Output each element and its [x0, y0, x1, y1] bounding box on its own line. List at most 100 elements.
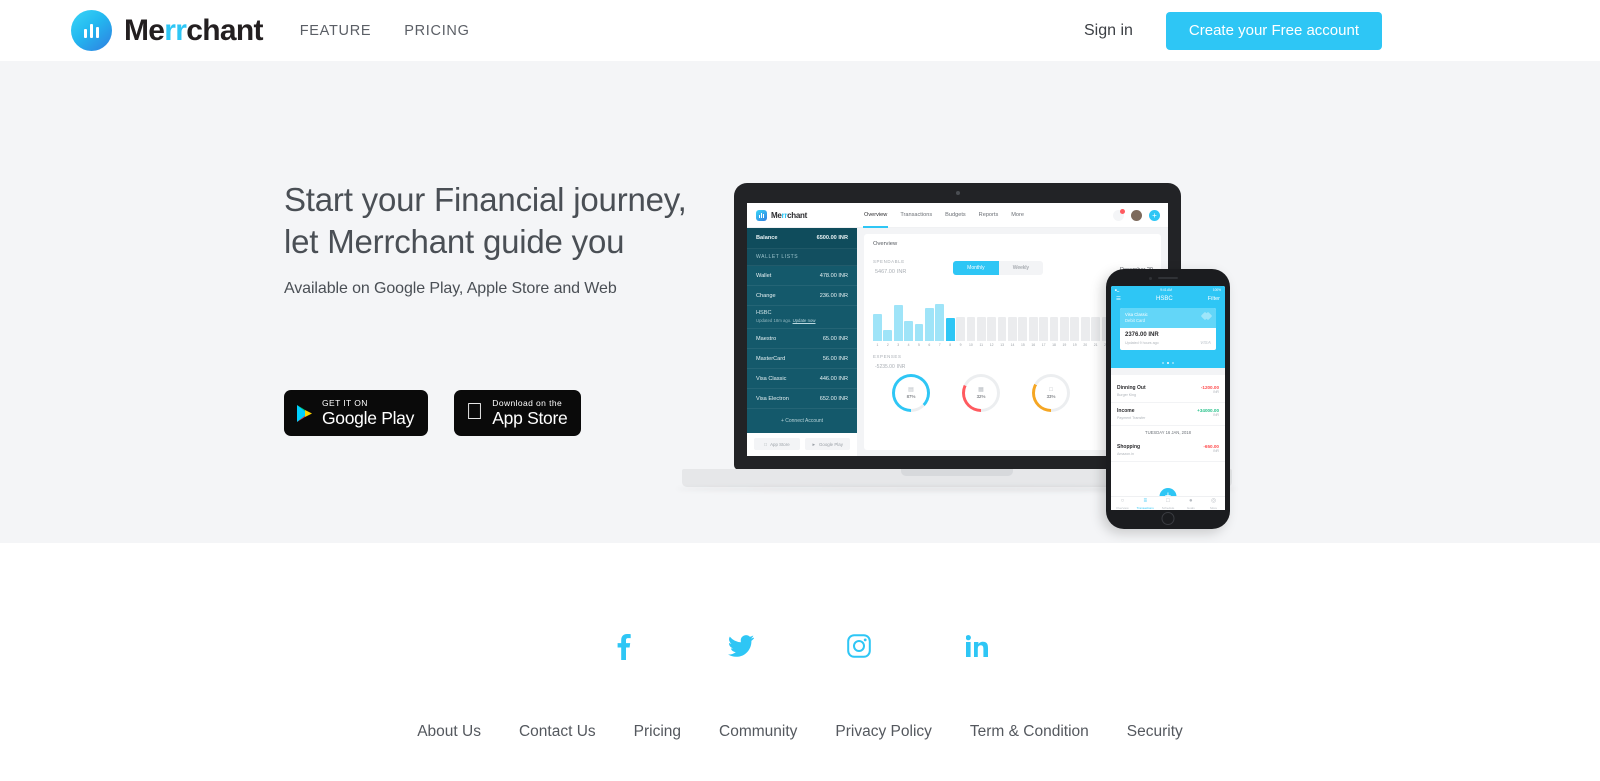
google-play-button[interactable]: ► Google Play: [804, 438, 850, 450]
footer-link-privacy-policy[interactable]: Privacy Policy: [835, 723, 931, 741]
brand-logo[interactable]: Merrchant: [71, 10, 263, 51]
bar-chart-bar[interactable]: [966, 317, 976, 341]
bar-chart-bar[interactable]: [976, 317, 986, 341]
bar-chart-bar[interactable]: [1049, 317, 1059, 341]
bar-chart-bar[interactable]: [1018, 317, 1028, 341]
add-icon[interactable]: +: [1149, 209, 1160, 221]
toggle-weekly[interactable]: Weekly: [999, 261, 1043, 275]
sign-in-link[interactable]: Sign in: [1084, 22, 1133, 40]
avatar[interactable]: [1131, 209, 1142, 221]
bar-chart-bar[interactable]: [935, 303, 945, 341]
tab-budgets[interactable]: Budgets: [945, 203, 966, 228]
bar-chart-bar[interactable]: [873, 314, 882, 341]
nav-item-feature[interactable]: FEATURE: [300, 23, 372, 39]
hero-title-line-1: Start your Financial journey,: [284, 181, 687, 218]
bar-chart-bar[interactable]: [1028, 317, 1038, 341]
footer-link-about-us[interactable]: About Us: [417, 723, 481, 741]
phone-nav-item-schedule[interactable]: □ Schedule: [1157, 498, 1180, 510]
phone-home-button[interactable]: [1161, 512, 1175, 525]
google-play-badge-small: GET IT ON: [322, 397, 368, 408]
app-top-bar: Merrchant Overview Transactions Budgets …: [747, 203, 1168, 228]
footer-link-community[interactable]: Community: [719, 723, 797, 741]
phone-carousel-dots[interactable]: [1111, 359, 1225, 368]
footer-link-term-condition[interactable]: Term & Condition: [970, 723, 1089, 741]
donut-chart[interactable]: ▦ 32%: [962, 374, 1000, 412]
transaction-name: Shopping: [1117, 444, 1141, 450]
tab-more[interactable]: More: [1011, 203, 1024, 228]
transaction-sub: Amazon.in: [1117, 452, 1134, 456]
list-item[interactable]: Dinning Out Burger King -1200.00 INR: [1111, 380, 1225, 403]
phone-bank-card[interactable]: Visa Classic Debit Card 2376.00 INR Upda…: [1120, 308, 1216, 350]
sidebar-item-visa-electron[interactable]: Visa Electron 652.00 INR: [747, 389, 857, 409]
bar-chart-bar[interactable]: [997, 317, 1007, 341]
social-links: [0, 631, 1600, 661]
hero-title-line-2: let Merrchant guide you: [284, 223, 625, 261]
transaction-sub: Payment Transfer: [1117, 416, 1146, 420]
app-brand-logo[interactable]: Merrchant: [756, 209, 807, 221]
transaction-currency: INR: [1213, 413, 1219, 417]
bar-chart-bar[interactable]: [1039, 317, 1049, 341]
donut-chart[interactable]: □ 33%: [1032, 374, 1070, 412]
bar-chart-bar[interactable]: [883, 330, 893, 341]
bar-chart-bar[interactable]: [945, 318, 955, 341]
bar-chart-bar[interactable]: [893, 304, 903, 341]
footer-link-pricing[interactable]: Pricing: [634, 723, 681, 741]
sidebar-item-visa-classic[interactable]: Visa Classic 446.00 INR: [747, 369, 857, 389]
create-free-account-button[interactable]: Create your Free account: [1165, 11, 1382, 50]
bar-chart-bar[interactable]: [924, 308, 934, 341]
app-store-badge[interactable]:  Download on the App Store: [454, 390, 582, 436]
menu-icon[interactable]: ☰: [1116, 296, 1121, 302]
phone-screen: ■▁ 9:41 AM 100% ☰ HSBC Filter Visa Class…: [1111, 286, 1225, 510]
bar-chart-bar[interactable]: [1070, 317, 1080, 341]
laptop-camera-icon: [955, 191, 960, 195]
transaction-name: Income: [1117, 408, 1135, 414]
phone-nav-item-overview[interactable]: ○ Overview: [1111, 498, 1134, 510]
bar-chart-bar[interactable]: [914, 324, 924, 341]
bar-chart-bar[interactable]: [1080, 317, 1090, 341]
app-store-button[interactable]:  App Store: [754, 438, 800, 450]
app-brand-name: Merrchant: [771, 211, 807, 220]
bar-chart-tick: 4: [907, 343, 910, 347]
bar-chart-bar[interactable]: [1091, 317, 1100, 341]
bank-name: HSBC: [756, 310, 772, 316]
donut-chart[interactable]: ▤ 87%: [892, 374, 930, 412]
sidebar-item-change[interactable]: Change 236.00 INR: [747, 286, 857, 306]
sidebar-bank-hsbc[interactable]: HSBC Updated 18m ago. Update now: [747, 306, 857, 329]
phone-filter-button[interactable]: Filter: [1208, 296, 1220, 302]
instagram-icon[interactable]: [844, 631, 874, 661]
sidebar-item-wallet[interactable]: Wallet 478.00 INR: [747, 266, 857, 286]
bar-chart-bar[interactable]: [987, 317, 997, 341]
phone-nav-item-goals[interactable]: ● Goals: [1179, 498, 1202, 510]
facebook-icon[interactable]: [608, 631, 638, 661]
bar-chart-bar[interactable]: [1008, 317, 1017, 341]
brand-name: Merrchant: [124, 15, 263, 46]
google-play-badge[interactable]: GET IT ON Google Play: [284, 390, 429, 436]
expenses-amount: -5235.00: [875, 364, 895, 370]
footer-link-contact-us[interactable]: Contact Us: [519, 723, 596, 741]
phone-nav-item-more[interactable]: ◎ More: [1202, 498, 1225, 510]
linkedin-icon[interactable]: [962, 631, 992, 661]
bar-chart-bar[interactable]: [904, 320, 913, 341]
bar-chart-bar[interactable]: [1060, 317, 1069, 341]
nav-item-pricing[interactable]: PRICING: [404, 23, 469, 39]
sidebar-item-mastercard[interactable]: MasterCard 56.00 INR: [747, 349, 857, 369]
period-toggle: Monthly Weekly: [953, 261, 1043, 275]
footer-link-security[interactable]: Security: [1127, 723, 1183, 741]
tab-reports[interactable]: Reports: [979, 203, 999, 228]
sidebar-item-maestro[interactable]: Maestro 65.00 INR: [747, 329, 857, 349]
connect-account-button[interactable]: + Connect Account: [747, 409, 857, 433]
phone-nav-item-transactions[interactable]: ≡ Transactions: [1134, 498, 1157, 510]
twitter-icon[interactable]: [726, 631, 756, 661]
expenses-value: -5235.00 INR: [873, 360, 905, 370]
bank-updated-text: Updated 18m ago.: [756, 318, 792, 323]
phone-status-time: 9:41 AM: [1160, 287, 1172, 292]
laptop-screen: Merrchant Overview Transactions Budgets …: [747, 203, 1168, 456]
toggle-monthly[interactable]: Monthly: [953, 261, 999, 275]
list-item[interactable]: Shopping Amazon.in -650.00 INR: [1111, 439, 1225, 462]
bell-icon[interactable]: [1113, 208, 1125, 221]
tab-transactions[interactable]: Transactions: [900, 203, 932, 228]
bank-update-link[interactable]: Update now: [793, 318, 816, 323]
list-item[interactable]: Income Payment Transfer +34000.00 INR: [1111, 403, 1225, 426]
bar-chart-bar[interactable]: [956, 317, 965, 341]
tab-overview[interactable]: Overview: [862, 203, 889, 228]
